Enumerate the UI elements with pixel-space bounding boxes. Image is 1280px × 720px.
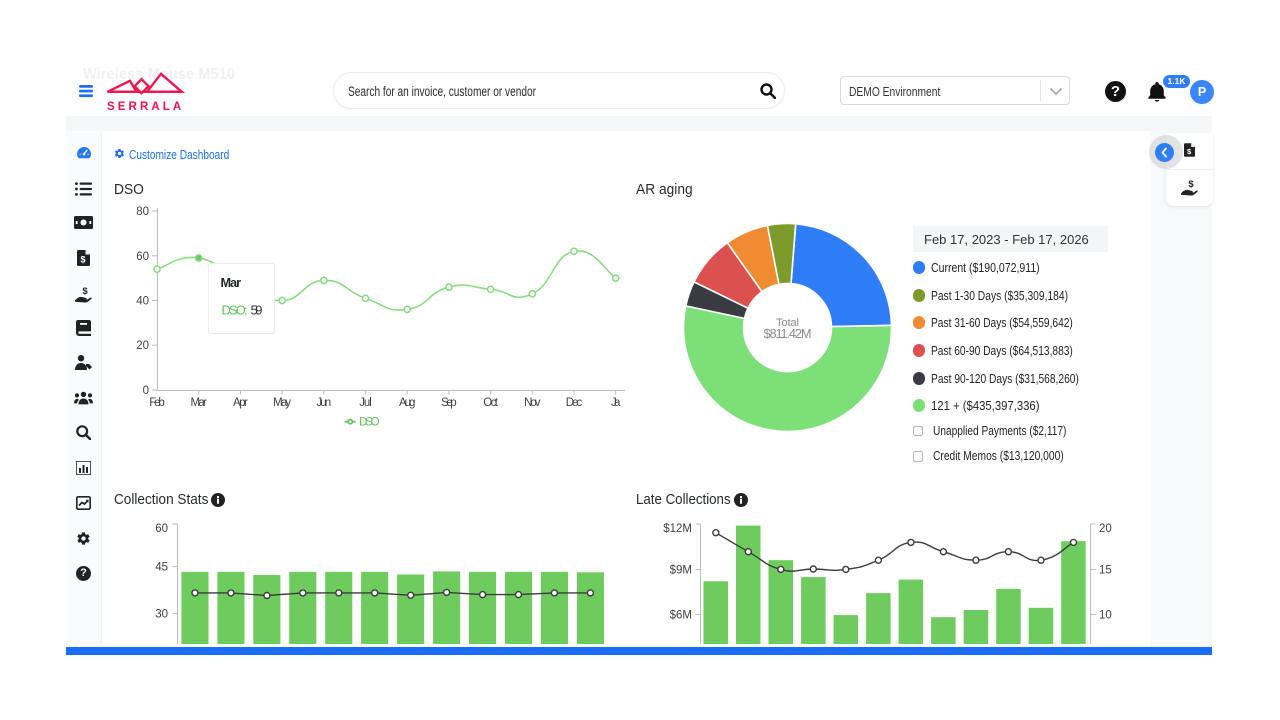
svg-text:$: $ [1188,179,1194,190]
svg-text:Nov: Nov [524,397,541,409]
svg-text:Mar: Mar [191,397,208,409]
svg-text:Oct: Oct [483,397,499,409]
svg-text:60: 60 [155,523,168,535]
svg-text:15: 15 [1099,565,1112,577]
svg-text:Mar: Mar [221,276,242,290]
svg-text:$9M: $9M [670,565,692,577]
svg-text:$6M: $6M [670,610,692,622]
svg-text:30: 30 [155,609,168,621]
svg-text:20: 20 [136,340,149,352]
svg-text:Jun: Jun [316,397,331,409]
svg-text:45: 45 [155,562,168,574]
svg-text:DSO: DSO [359,417,380,429]
svg-text:$: $ [82,286,88,297]
svg-text:40: 40 [136,296,149,308]
svg-text:0: 0 [143,385,149,397]
svg-text:Jul: Jul [359,397,372,409]
svg-text:Ja: Ja [611,397,621,409]
svg-text:80: 80 [136,206,149,218]
svg-text:$: $ [80,255,85,265]
svg-text:Feb: Feb [149,397,165,409]
svg-text:Apr: Apr [233,397,248,409]
svg-text:$811.42M: $811.42M [763,326,811,341]
svg-text:SERRALA: SERRALA [107,101,184,112]
svg-text:20: 20 [1099,523,1112,535]
svg-text:Sep: Sep [441,397,457,409]
svg-text:May: May [273,397,291,409]
svg-text:10: 10 [1099,610,1112,622]
svg-text:DSO:: DSO: [222,303,248,318]
svg-text:60: 60 [136,251,149,263]
svg-text:Dec: Dec [566,397,583,409]
svg-text:Aug: Aug [399,397,415,409]
svg-text:$12M: $12M [663,523,692,535]
svg-text:59: 59 [251,303,263,318]
